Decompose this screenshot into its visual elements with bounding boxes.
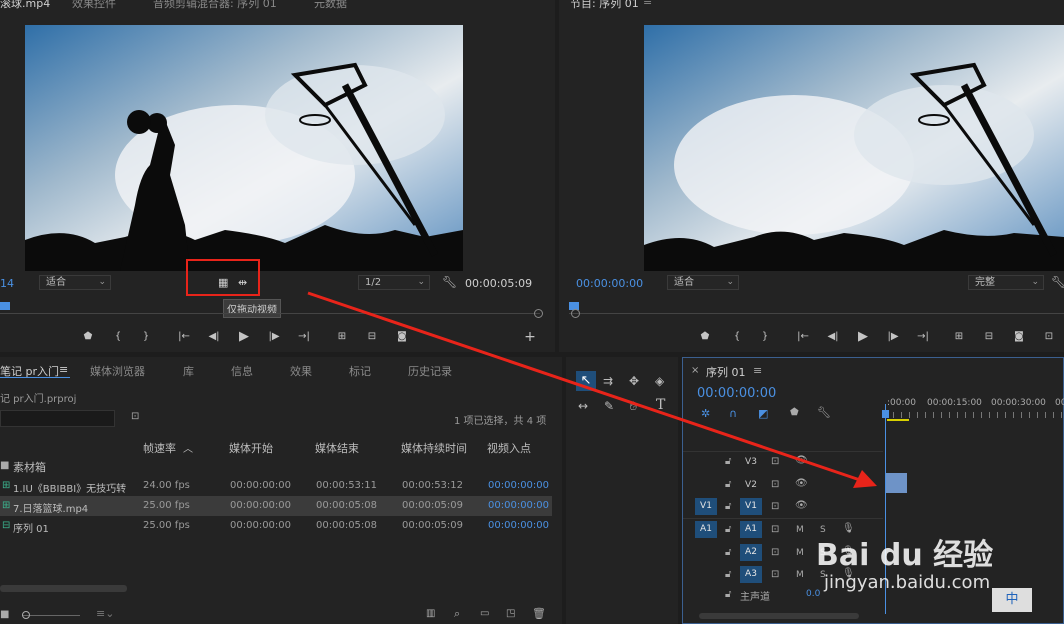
baidu-logo-text: Bai du 经验 xyxy=(816,538,994,573)
ime-indicator[interactable]: 中 xyxy=(992,588,1032,612)
arrow-shaft xyxy=(307,291,861,482)
baidu-url: jingyan.baidu.com xyxy=(824,572,991,593)
baidu-watermark: Bai du 经验 jingyan.baidu.com 中 xyxy=(816,528,1064,624)
